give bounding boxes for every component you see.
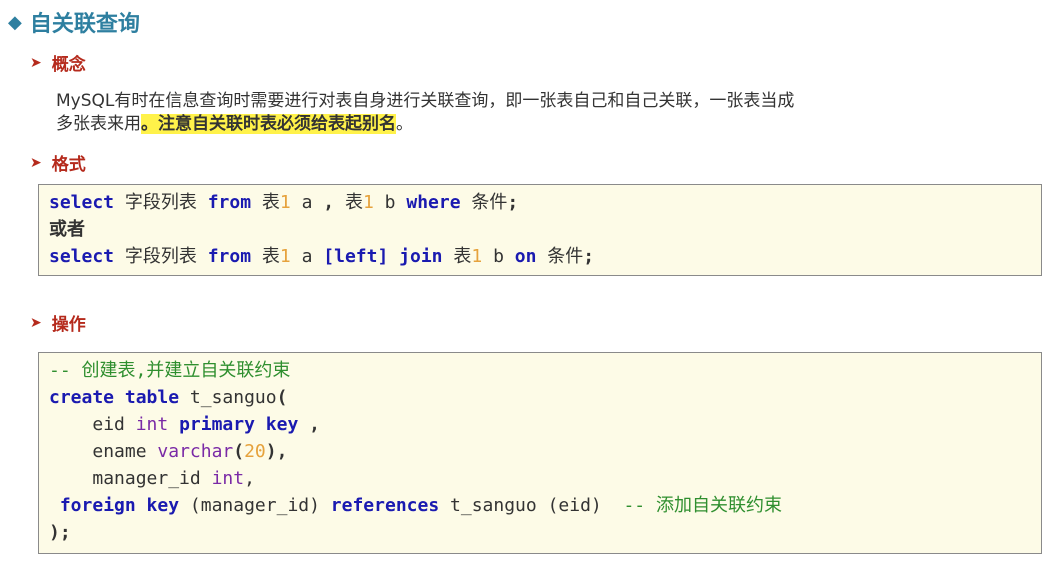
kw-references: references [330,495,440,516]
concept-highlight: 。注意自关联时表必须给表起别名 [141,114,396,134]
section-format-label: 格式 [51,155,86,175]
diamond-bullet-icon: ◆ [8,11,22,33]
type-int: int [211,468,245,489]
alias-b: b [493,246,504,267]
kw-foreign-key: foreign key [59,495,180,516]
col-manager-id: manager_id [92,468,201,489]
table-word: 表 [261,246,280,267]
num-one: 1 [471,246,483,267]
op-line-2: create table t_sanguo( [49,384,1031,411]
comment-fk: -- 添加自关联约束 [623,495,782,516]
field-list: 字段列表 [124,246,197,267]
operation-code-block: -- 创建表,并建立自关联约束 create table t_sanguo( e… [38,352,1042,554]
semicolon: ; [583,246,595,267]
condition-word: 条件 [547,246,584,267]
op-line-5: manager_id int, [49,465,1031,492]
kw-join: join [399,246,443,267]
section-format: ➤ 格式 [30,150,86,176]
kw-where: where [406,192,461,213]
kw-on: on [514,246,537,267]
section-operation: ➤ 操作 [30,310,86,336]
kw-select: select [49,192,115,213]
table-name: t_sanguo [189,387,277,408]
comma: , [244,468,255,489]
or-word: 或者 [49,219,85,240]
concept-line-2: 多张表来用。注意自关联时表必须给表起别名。 [56,113,976,136]
op-line-4: ename varchar(20), [92,441,288,462]
fk-column: (manager_id) [189,495,320,516]
section-concept-label: 概念 [51,55,86,75]
arrow-bullet-icon: ➤ [30,54,42,71]
num-twenty: 20 [244,441,266,462]
concept-line-2-end: 。 [396,114,413,134]
alias-a: a [301,246,313,267]
op-line-7: ); [49,519,1031,546]
format-line-1: select 字段列表 from 表1 a , 表1 b where 条件; [49,189,1031,216]
arrow-bullet-icon: ➤ [30,154,42,171]
col-eid: eid [92,414,125,435]
semicolon: ; [507,192,519,213]
alias-b: b [384,192,396,213]
table-name: t_sanguo [450,495,537,516]
section-concept: ➤ 概念 [30,50,86,76]
format-line-3: select 字段列表 from 表1 a [left] join 表1 b o… [49,243,1031,270]
kw-from: from [207,246,252,267]
table-word: 表 [261,192,280,213]
op-line-3: eid int primary key , [49,411,1031,438]
col-ename: ename [92,441,147,462]
kw-create-table: create table [49,387,180,408]
format-code-block: select 字段列表 from 表1 a , 表1 b where 条件; 或… [38,184,1042,276]
num-one: 1 [279,192,291,213]
op-line-1: -- 创建表,并建立自关联约束 [49,357,1031,384]
page-title-text: 自关联查询 [29,12,140,37]
op-line-6: foreign key (manager_id) references t_sa… [49,492,1031,519]
ref-column: (eid) [547,495,602,516]
open-paren: ( [276,387,288,408]
comment-create: -- 创建表,并建立自关联约束 [49,360,291,381]
alias-a: a [301,192,313,213]
num-one: 1 [279,246,291,267]
format-line-2: 或者 [49,216,1031,243]
field-list: 字段列表 [124,192,197,213]
kw-select: select [49,246,115,267]
type-int: int [135,414,169,435]
arrow-bullet-icon: ➤ [30,314,42,331]
kw-primary-key: primary key [179,414,299,435]
page-title: ◆ 自关联查询 [8,6,140,38]
concept-line-2-plain: 多张表来用 [56,114,141,134]
table-word: 表 [344,192,363,213]
comma: , [309,414,320,435]
comma: , [323,192,335,213]
num-one: 1 [362,192,374,213]
kw-from: from [207,192,252,213]
table-word: 表 [453,246,472,267]
concept-paragraph: MySQL有时在信息查询时需要进行对表自身进行关联查询，即一张表自己和自己关联，… [56,90,976,136]
section-operation-label: 操作 [51,315,86,335]
close-statement: ); [49,522,71,543]
concept-line-1: MySQL有时在信息查询时需要进行对表自身进行关联查询，即一张表自己和自己关联，… [56,91,795,111]
kw-left: [left] [323,246,389,267]
type-varchar: varchar [157,441,234,462]
condition-word: 条件 [471,192,508,213]
